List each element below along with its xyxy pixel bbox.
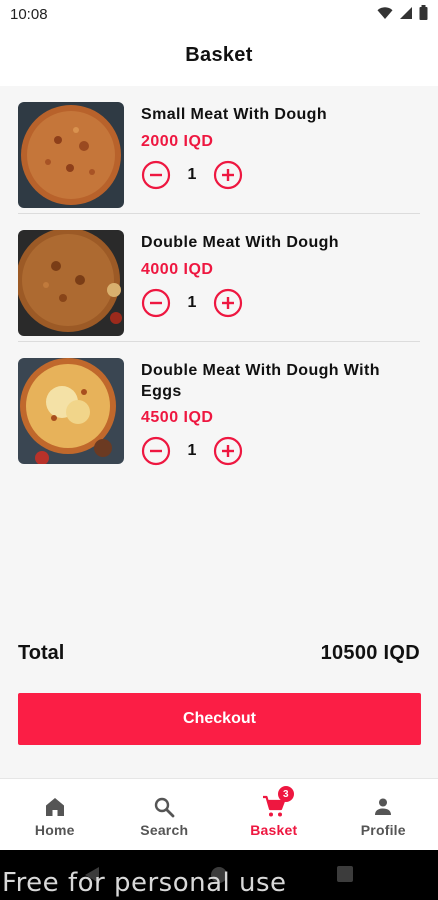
signal-icon: [400, 6, 412, 19]
increase-quantity-button[interactable]: [213, 288, 243, 318]
increase-quantity-button[interactable]: [213, 160, 243, 190]
nav-label: Home: [34, 822, 75, 838]
status-time: 10:08: [10, 6, 48, 23]
quantity-stepper: 1: [141, 160, 243, 190]
wifi-icon: [377, 6, 393, 19]
basket-item: Double Meat With Dough 4000 IQD 1: [18, 214, 420, 342]
bottom-nav: Home Search 3 Basket Profile: [0, 778, 438, 850]
battery-icon: [419, 5, 428, 20]
page-title: Basket: [185, 44, 253, 66]
lahmacun-small-image: [18, 102, 124, 208]
quantity-value: 1: [187, 294, 197, 311]
recents-icon[interactable]: [337, 866, 353, 882]
nav-label: Profile: [360, 822, 406, 838]
increase-quantity-button[interactable]: [213, 436, 243, 466]
quantity-stepper: 1: [141, 288, 243, 318]
item-name: Double Meat With Dough: [141, 234, 339, 251]
item-name: Small Meat With Dough: [141, 106, 328, 123]
quantity-value: 1: [187, 166, 197, 183]
item-price: 4000 IQD: [141, 261, 214, 278]
app-header: Basket: [0, 28, 438, 86]
person-icon: [375, 798, 392, 815]
total-value: 10500 IQD: [320, 642, 420, 664]
decrease-quantity-button[interactable]: [141, 288, 171, 318]
total-label: Total: [18, 642, 65, 664]
nav-item-search[interactable]: Search: [110, 779, 220, 850]
nav-label: Basket: [250, 822, 298, 838]
quantity-stepper: 1: [141, 436, 243, 466]
decrease-quantity-button[interactable]: [141, 436, 171, 466]
nav-item-profile[interactable]: Profile: [329, 779, 438, 850]
lahmacun-eggs-image: [18, 358, 124, 464]
status-icons: [377, 5, 428, 20]
status-bar: 10:08: [0, 0, 438, 28]
quantity-value: 1: [187, 442, 197, 459]
total-row: Total 10500 IQD: [18, 640, 420, 670]
checkout-button[interactable]: Checkout: [18, 693, 421, 745]
search-icon: [155, 797, 175, 818]
cart-count-badge: 3: [277, 786, 294, 802]
cart-icon-wrap: 3: [262, 786, 294, 819]
item-price: 2000 IQD: [141, 133, 214, 150]
basket-item-list: Small Meat With Dough 2000 IQD 1 Double …: [0, 86, 438, 470]
lahmacun-double-image: [18, 230, 124, 336]
basket-item: Small Meat With Dough 2000 IQD 1: [18, 86, 420, 214]
nav-item-home[interactable]: Home: [0, 779, 110, 850]
item-price: 4500 IQD: [141, 409, 214, 426]
nav-item-basket[interactable]: 3 Basket: [219, 779, 329, 850]
basket-item: Double Meat With Dough With Eggs 4500 IQ…: [18, 342, 420, 470]
home-icon: [45, 798, 64, 816]
watermark-text: Free for personal use: [2, 868, 287, 898]
decrease-quantity-button[interactable]: [141, 160, 171, 190]
nav-label: Search: [140, 822, 189, 838]
item-name: Double Meat With Dough With Eggs: [141, 362, 380, 400]
